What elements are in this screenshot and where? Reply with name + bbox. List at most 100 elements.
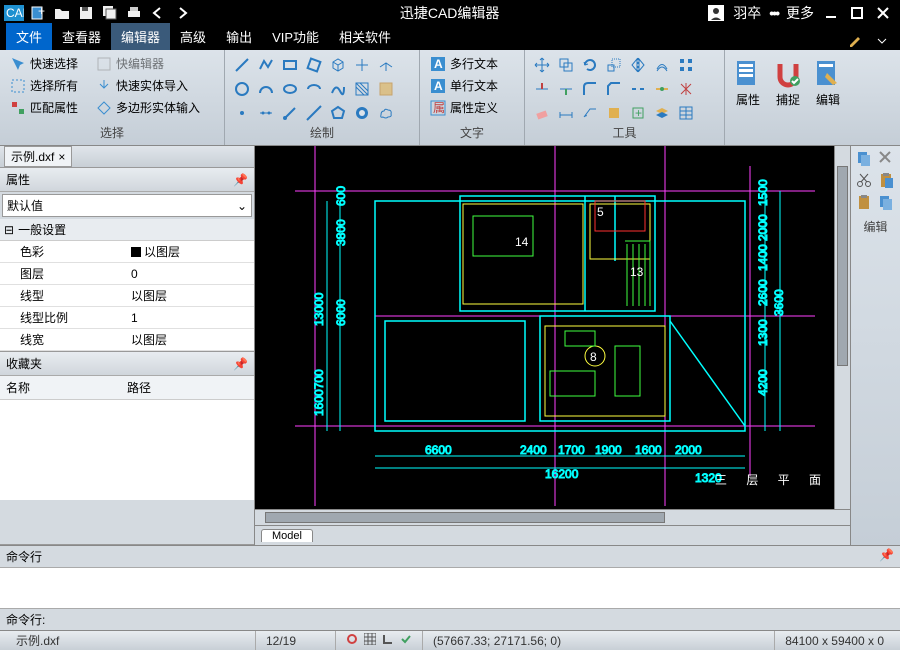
undo-icon[interactable]: [148, 4, 168, 22]
rotate-icon[interactable]: [581, 56, 599, 74]
polygon-entity-input[interactable]: 多边形实体输入: [94, 98, 202, 117]
menu-tab-related[interactable]: 相关软件: [329, 23, 401, 50]
default-value-dropdown[interactable]: 默认值⌄: [2, 194, 252, 217]
prop-row-color[interactable]: 色彩以图层: [0, 241, 254, 263]
prop-row-layer[interactable]: 图层0: [0, 263, 254, 285]
pin-icon[interactable]: 📌: [879, 548, 894, 565]
offset-icon[interactable]: [653, 56, 671, 74]
prop-group-general[interactable]: ⊟一般设置: [0, 219, 254, 241]
ribbon-chevron-icon[interactable]: [872, 32, 892, 50]
pin-icon[interactable]: 📌: [233, 173, 248, 187]
dock-cut-icon[interactable]: [856, 172, 874, 190]
polygon-icon[interactable]: [329, 104, 347, 122]
dock-copy2-icon[interactable]: [878, 194, 896, 212]
saveall-icon[interactable]: [100, 4, 120, 22]
erase-icon[interactable]: [533, 104, 551, 122]
quick-select[interactable]: 快速选择: [8, 54, 80, 73]
print-icon[interactable]: [124, 4, 144, 22]
attr-definition[interactable]: 属属性定义: [428, 98, 516, 117]
copy-icon[interactable]: [557, 56, 575, 74]
prop-row-lineweight[interactable]: 线宽以图层: [0, 329, 254, 351]
minimize-icon[interactable]: [822, 4, 840, 22]
region-icon[interactable]: [377, 80, 395, 98]
polyline-icon[interactable]: [257, 56, 275, 74]
redo-icon[interactable]: [172, 4, 192, 22]
prop-row-ltscale[interactable]: 线型比例1: [0, 307, 254, 329]
mirror-icon[interactable]: [629, 56, 647, 74]
multiline-text[interactable]: A多行文本: [428, 54, 516, 73]
single-text[interactable]: A单行文本: [428, 76, 516, 95]
xline-icon[interactable]: [305, 104, 323, 122]
menu-tab-vip[interactable]: VIP功能: [262, 23, 329, 50]
user-name[interactable]: 羽卒: [733, 3, 761, 23]
rect-icon[interactable]: [281, 56, 299, 74]
close-icon[interactable]: [874, 4, 892, 22]
move-icon[interactable]: [533, 56, 551, 74]
menu-tab-editor[interactable]: 编辑器: [111, 23, 170, 50]
break-icon[interactable]: [629, 80, 647, 98]
horizontal-scrollbar[interactable]: [255, 509, 850, 525]
dock-clipboard-icon[interactable]: [856, 194, 874, 212]
more-label[interactable]: 更多: [786, 3, 814, 23]
arc-icon[interactable]: [257, 80, 275, 98]
iso-icon[interactable]: [377, 56, 395, 74]
menu-tab-viewer[interactable]: 查看器: [52, 23, 111, 50]
edit-button[interactable]: 编辑: [809, 54, 847, 113]
menu-tab-file[interactable]: 文件: [6, 23, 52, 50]
user-icon[interactable]: [707, 4, 725, 22]
match-properties[interactable]: 匹配属性: [8, 98, 80, 117]
ellipse-arc-icon[interactable]: [305, 80, 323, 98]
ray-icon[interactable]: [281, 104, 299, 122]
circle-icon[interactable]: [233, 80, 251, 98]
file-tab-close-icon[interactable]: ×: [58, 150, 65, 164]
model-tab[interactable]: Model: [261, 529, 313, 542]
fillet-icon[interactable]: [581, 80, 599, 98]
donut-icon[interactable]: [353, 104, 371, 122]
prop-row-linetype[interactable]: 线型以图层: [0, 285, 254, 307]
select-all[interactable]: 选择所有: [8, 76, 80, 95]
dock-close-icon[interactable]: [878, 150, 896, 168]
entity-import[interactable]: 快速实体导入: [94, 76, 190, 95]
block-icon[interactable]: [605, 104, 623, 122]
trim-icon[interactable]: [533, 80, 551, 98]
insert-icon[interactable]: +: [629, 104, 647, 122]
pin-icon[interactable]: 📌: [233, 357, 248, 371]
spline-icon[interactable]: [329, 80, 347, 98]
join-icon[interactable]: [653, 80, 671, 98]
new-icon[interactable]: +: [28, 4, 48, 22]
explode-icon[interactable]: [677, 80, 695, 98]
dim-icon[interactable]: [557, 104, 575, 122]
array-icon[interactable]: [677, 56, 695, 74]
point-icon[interactable]: [233, 104, 251, 122]
vertical-scrollbar[interactable]: [834, 146, 850, 509]
maximize-icon[interactable]: [848, 4, 866, 22]
table-icon[interactable]: [677, 104, 695, 122]
ribbon-edit-icon[interactable]: [846, 32, 866, 50]
line-icon[interactable]: [233, 56, 251, 74]
open-icon[interactable]: [52, 4, 72, 22]
status-ortho-icon[interactable]: [382, 633, 394, 648]
rotrect-icon[interactable]: [305, 56, 323, 74]
divide-icon[interactable]: [257, 104, 275, 122]
save-icon[interactable]: [76, 4, 96, 22]
more-dots-icon[interactable]: •••: [769, 5, 778, 21]
layer-icon[interactable]: [653, 104, 671, 122]
status-check-icon[interactable]: [400, 633, 412, 648]
snap-button[interactable]: 捕捉: [769, 54, 807, 113]
scale-icon[interactable]: [605, 56, 623, 74]
status-grid-icon[interactable]: [364, 633, 376, 648]
ellipse-icon[interactable]: [281, 80, 299, 98]
revcloud-icon[interactable]: [377, 104, 395, 122]
menu-tab-advanced[interactable]: 高级: [170, 23, 216, 50]
cross-icon[interactable]: [353, 56, 371, 74]
command-input[interactable]: [49, 613, 894, 627]
drawing-canvas[interactable]: 14 5 13 8 6600 2400 1700 1900 1600 2000 …: [255, 146, 850, 509]
dock-copy-icon[interactable]: [856, 150, 874, 168]
menu-tab-output[interactable]: 输出: [216, 23, 262, 50]
status-snap-icon[interactable]: [346, 633, 358, 648]
leader-icon[interactable]: [581, 104, 599, 122]
extend-icon[interactable]: [557, 80, 575, 98]
file-tab[interactable]: 示例.dxf ×: [4, 146, 72, 167]
properties-button[interactable]: 属性: [729, 54, 767, 113]
hatch-icon[interactable]: [353, 80, 371, 98]
